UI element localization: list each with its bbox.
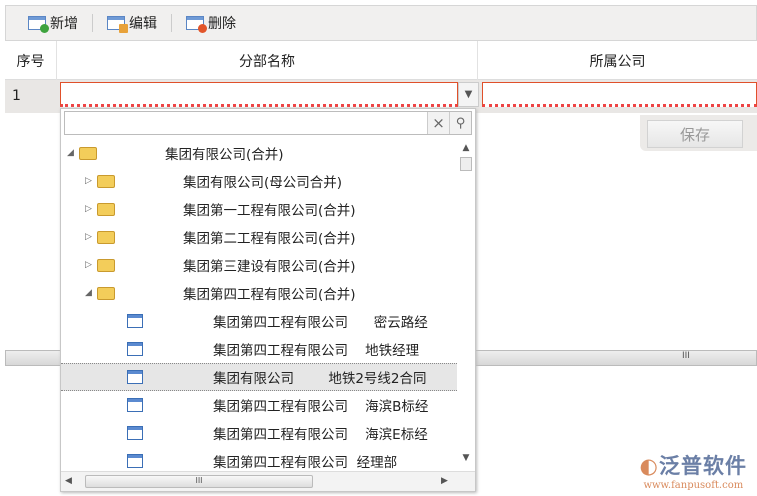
scroll-left-icon[interactable]: ◀ xyxy=(65,476,72,486)
tree-node[interactable]: ▷ 集团有限公司(母公司合并) xyxy=(61,167,457,195)
branch-name-input[interactable] xyxy=(60,82,458,107)
scroll-thumb[interactable] xyxy=(460,157,472,171)
tree-node-label: 集团有限公司(合并) xyxy=(165,147,284,163)
company-input[interactable] xyxy=(482,82,757,107)
add-label: 新增 xyxy=(50,16,78,32)
expand-icon[interactable]: ▷ xyxy=(85,260,97,270)
tree-node-label: 集团有限公司 地铁2号线2合同 xyxy=(213,371,427,387)
tree-node-label: 集团第四工程有限公司 密云路经 xyxy=(213,315,428,331)
folder-icon xyxy=(97,202,115,216)
expand-icon[interactable]: ▷ xyxy=(85,232,97,242)
tree-node-label: 集团第一工程有限公司(合并) xyxy=(183,203,356,219)
tree-node[interactable]: ◢ 集团有限公司(合并) xyxy=(61,139,457,167)
tree-node-label: 集团第四工程有限公司 经理部 xyxy=(213,455,398,469)
divider xyxy=(171,14,172,32)
add-button[interactable]: 新增 xyxy=(28,13,78,33)
tree-node-label: 集团第二工程有限公司(合并) xyxy=(183,231,356,247)
action-bar: 保存 xyxy=(640,115,757,151)
document-icon xyxy=(127,342,143,356)
tree-dropdown-panel: × ⚲ ◢ 集团有限公司(合并) ▷ 集团有限公司(母公司合并) ▷ 集团第一工程有限公司… xyxy=(60,108,476,492)
delete-label: 删除 xyxy=(208,16,236,32)
folder-icon xyxy=(79,146,97,160)
tree-node-label: 集团第四工程有限公司 地铁经理 xyxy=(213,343,420,359)
scroll-thumb[interactable]: III xyxy=(85,475,313,488)
expand-icon[interactable]: ▷ xyxy=(85,204,97,214)
tree-node[interactable]: 集团第四工程有限公司 海滨B标经 xyxy=(61,391,457,419)
tree-node-label: 集团第三建设有限公司(合并) xyxy=(183,259,356,275)
header-branch-name[interactable]: 分部名称 xyxy=(57,41,478,80)
edit-label: 编辑 xyxy=(129,16,157,32)
tree-node[interactable]: ▷ 集团第二工程有限公司(合并) xyxy=(61,223,457,251)
tree-node[interactable]: ◢ 集团第四工程有限公司(合并) xyxy=(61,279,457,307)
collapse-icon[interactable]: ◢ xyxy=(67,148,79,158)
document-icon xyxy=(127,426,143,440)
tree-node[interactable]: 集团第四工程有限公司 海滨E标经 xyxy=(61,419,457,447)
tree-node[interactable]: 集团有限公司 地铁2号线2合同 xyxy=(61,363,457,391)
scroll-right-icon[interactable]: ▶ xyxy=(441,476,448,486)
tree-node-label: 集团第四工程有限公司 海滨B标经 xyxy=(213,399,429,415)
toolbar: 新增 编辑 删除 xyxy=(5,5,757,41)
tree-node[interactable]: 集团第四工程有限公司 地铁经理 xyxy=(61,335,457,363)
save-button[interactable]: 保存 xyxy=(647,120,743,148)
scroll-up-icon[interactable]: ▲ xyxy=(457,143,475,153)
scroll-thumb-grip: III xyxy=(682,351,690,361)
document-icon xyxy=(127,314,143,328)
edit-button[interactable]: 编辑 xyxy=(107,13,157,33)
clear-icon[interactable]: × xyxy=(427,112,449,134)
tree-node[interactable]: 集团第四工程有限公司 经理部 xyxy=(61,447,457,469)
folder-icon xyxy=(97,286,115,300)
horizontal-scrollbar[interactable]: ◀ III ▶ xyxy=(61,471,475,491)
document-icon xyxy=(127,454,143,468)
tree: ◢ 集团有限公司(合并) ▷ 集团有限公司(母公司合并) ▷ 集团第一工程有限公司(合并)… xyxy=(61,139,457,469)
row-index: 1 xyxy=(12,88,21,104)
tree-node[interactable]: ▷ 集团第三建设有限公司(合并) xyxy=(61,251,457,279)
tree-node-label: 集团第四工程有限公司(合并) xyxy=(183,287,356,303)
tree-node[interactable]: 集团第四工程有限公司 密云路经 xyxy=(61,307,457,335)
document-icon xyxy=(127,370,143,384)
vertical-scrollbar[interactable]: ▲ ▼ xyxy=(457,137,475,465)
header-company[interactable]: 所属公司 xyxy=(478,41,757,80)
folder-icon xyxy=(97,230,115,244)
search-icon[interactable]: ⚲ xyxy=(449,112,471,134)
logo-url: www.fanpusoft.com xyxy=(643,480,744,491)
tree-node[interactable]: ▷ 集团第一工程有限公司(合并) xyxy=(61,195,457,223)
scroll-down-icon[interactable]: ▼ xyxy=(457,453,475,463)
tree-node-label: 集团有限公司(母公司合并) xyxy=(183,175,343,191)
collapse-icon[interactable]: ◢ xyxy=(85,288,97,298)
delete-button[interactable]: 删除 xyxy=(186,13,236,33)
logo: ◐泛普软件 www.fanpusoft.com xyxy=(639,454,747,491)
divider xyxy=(92,14,93,32)
logo-name: 泛普软件 xyxy=(659,454,747,478)
add-icon xyxy=(28,16,49,33)
header-index[interactable]: 序号 xyxy=(5,41,57,80)
document-icon xyxy=(127,398,143,412)
delete-icon xyxy=(186,16,207,33)
folder-icon xyxy=(97,258,115,272)
tree-search-input[interactable]: × ⚲ xyxy=(64,111,472,135)
edit-icon xyxy=(107,16,128,33)
grid-header: 序号 分部名称 所属公司 xyxy=(5,41,757,80)
chevron-down-icon[interactable]: ▼ xyxy=(458,82,479,107)
expand-icon[interactable]: ▷ xyxy=(85,176,97,186)
tree-node-label: 集团第四工程有限公司 海滨E标经 xyxy=(213,427,428,443)
folder-icon xyxy=(97,174,115,188)
